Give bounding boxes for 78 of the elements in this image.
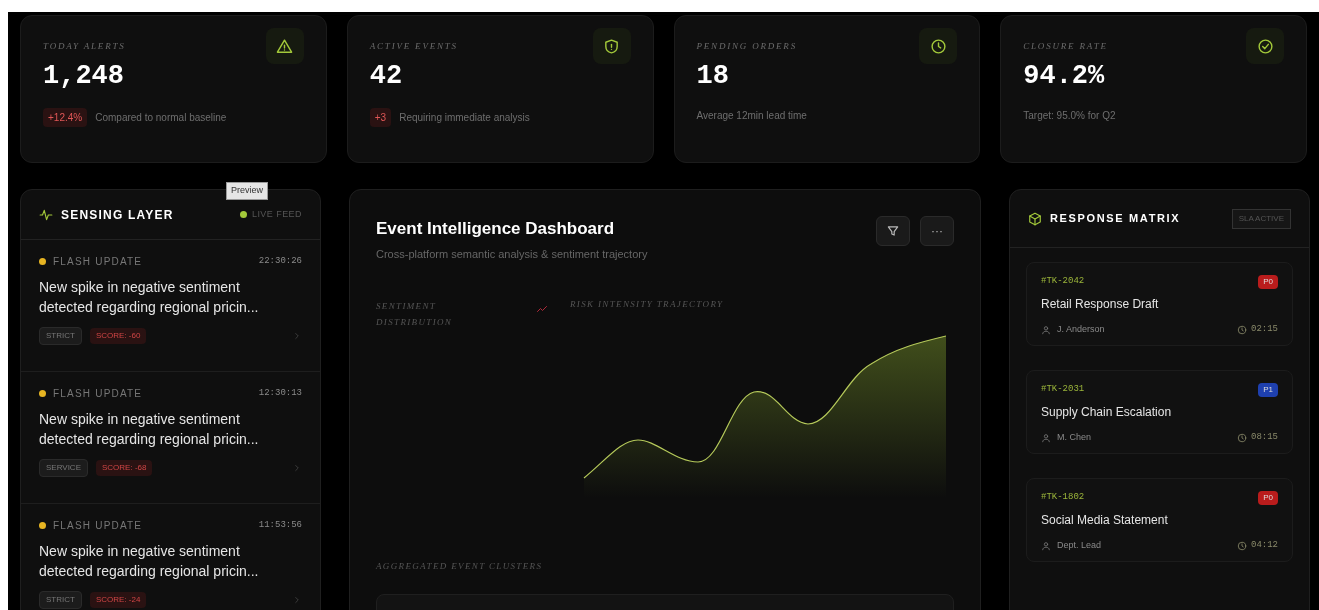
panel-title: RESPONSE MATRIX xyxy=(1050,211,1181,227)
shield-icon xyxy=(603,37,620,55)
ticket-title: Social Media Statement xyxy=(1041,512,1169,529)
clock-icon xyxy=(1237,432,1247,443)
dashboard-title: Event Intelligence Dashboard xyxy=(376,218,616,240)
clock-icon xyxy=(1237,324,1247,335)
stat-note: Target: 95.0% for Q2 xyxy=(1023,109,1116,123)
stat-note: Average 12min lead time xyxy=(696,109,807,123)
warning-icon xyxy=(276,37,294,55)
delta-badge: +12.4% xyxy=(43,108,88,127)
chevron-right-icon xyxy=(292,595,302,605)
activity-icon xyxy=(39,207,53,222)
item-text: New spike in negative sentiment detected regarding regional pricin... xyxy=(39,410,260,449)
item-type: FLASH UPDATE xyxy=(53,387,143,401)
stat-note: Requiring immediate analysis xyxy=(399,111,530,125)
filter-icon xyxy=(886,224,900,238)
ticket-card[interactable]: #TK-2031 P1 Supply Chain Escalation M. Chen 08:15 xyxy=(1026,370,1293,454)
item-time: 22:30:26 xyxy=(258,254,302,268)
stat-label: ACTIVE EVENTS xyxy=(369,40,458,53)
cube-icon xyxy=(1028,211,1042,226)
tooltip: Preview xyxy=(226,182,268,200)
delta-badge: +3 xyxy=(369,108,392,127)
chevron-right-icon xyxy=(292,463,302,473)
trend-icon xyxy=(536,303,548,315)
dashboard-subtitle: Cross-platform semantic analysis & sentiment trajectory xyxy=(376,246,648,262)
clock-icon xyxy=(1237,540,1247,551)
ticket-title: Supply Chain Escalation xyxy=(1041,404,1173,421)
stat-value: 18 xyxy=(696,60,730,93)
item-text: New spike in negative sentiment detected regarding regional pricin... xyxy=(39,278,260,317)
ticket-title: Retail Response Draft xyxy=(1041,296,1160,313)
feed-item[interactable]: FLASH UPDATE 12:30:13 New spike in negative sentiment detected regarding regional pricin... SERVICE SCORE: -68 xyxy=(21,372,320,504)
priority-badge: P0 xyxy=(1258,491,1278,505)
stat-value: 94.2% xyxy=(1023,60,1106,93)
check-circle-icon xyxy=(1256,37,1274,55)
tag: STRICT xyxy=(39,327,82,345)
priority-badge: P1 xyxy=(1258,383,1278,397)
stat-value: 42 xyxy=(369,60,404,93)
section-label: AGGREGATED EVENT CLUSTERS xyxy=(376,560,544,573)
more-button[interactable]: ··· xyxy=(920,216,954,246)
assignee: Dept. Lead xyxy=(1057,539,1102,552)
item-time: 12:30:13 xyxy=(258,386,302,400)
score-badge: SCORE: -24 xyxy=(89,592,147,608)
user-icon xyxy=(1041,324,1051,335)
item-text: New spike in negative sentiment detected regarding regional pricin... xyxy=(39,542,260,581)
legend-label: RISK INTENSITY TRAJECTORY xyxy=(570,298,724,311)
ticket-id: #TK-1802 xyxy=(1041,491,1085,505)
ticket-id: #TK-2031 xyxy=(1041,383,1085,397)
ticket-time: 02:15 xyxy=(1251,323,1278,336)
stat-note: Compared to normal baseline xyxy=(95,111,227,125)
feed-item[interactable]: FLASH UPDATE 11:53:56 New spike in negative sentiment detected regarding regional pricin... STRICT SCORE: -24 xyxy=(21,504,320,610)
item-type: FLASH UPDATE xyxy=(53,519,143,533)
legend-label: SENTIMENT DISTRIBUTION xyxy=(376,300,454,329)
ticket-card[interactable]: #TK-2042 P0 Retail Response Draft J. Anderson 02:15 xyxy=(1026,262,1293,346)
stat-value: 1,248 xyxy=(43,60,125,93)
stat-label: PENDING ORDERS xyxy=(696,40,797,53)
tag: SERVICE xyxy=(39,459,88,477)
ticket-id: #TK-2042 xyxy=(1041,275,1085,289)
user-icon xyxy=(1041,540,1051,551)
stat-label: TODAY ALERTS xyxy=(43,40,126,53)
ticket-time: 08:15 xyxy=(1251,431,1278,444)
user-icon xyxy=(1041,432,1051,443)
feed-item[interactable]: FLASH UPDATE 22:30:26 New spike in negative sentiment detected regarding regional pricin... STRICT SCORE: -60 xyxy=(21,240,320,372)
tag: STRICT xyxy=(39,591,82,609)
live-label: LIVE FEED xyxy=(251,207,302,221)
priority-badge: P0 xyxy=(1258,275,1278,289)
chevron-right-icon xyxy=(292,331,302,341)
panel-title: SENSING LAYER xyxy=(61,206,174,224)
ticket-card[interactable]: #TK-1802 P0 Social Media Statement Dept. Lead 04:12 xyxy=(1026,478,1293,562)
item-time: 11:53:56 xyxy=(258,518,302,532)
stat-label: CLOSURE RATE xyxy=(1023,40,1108,53)
score-badge: SCORE: -68 xyxy=(96,460,153,476)
assignee: M. Chen xyxy=(1057,431,1091,444)
score-badge: SCORE: -60 xyxy=(89,328,147,344)
item-type: FLASH UPDATE xyxy=(53,255,143,269)
ticket-time: 04:12 xyxy=(1251,539,1278,552)
assignee: J. Anderson xyxy=(1057,323,1105,336)
clock-icon xyxy=(929,37,947,55)
filter-button[interactable] xyxy=(876,216,910,246)
